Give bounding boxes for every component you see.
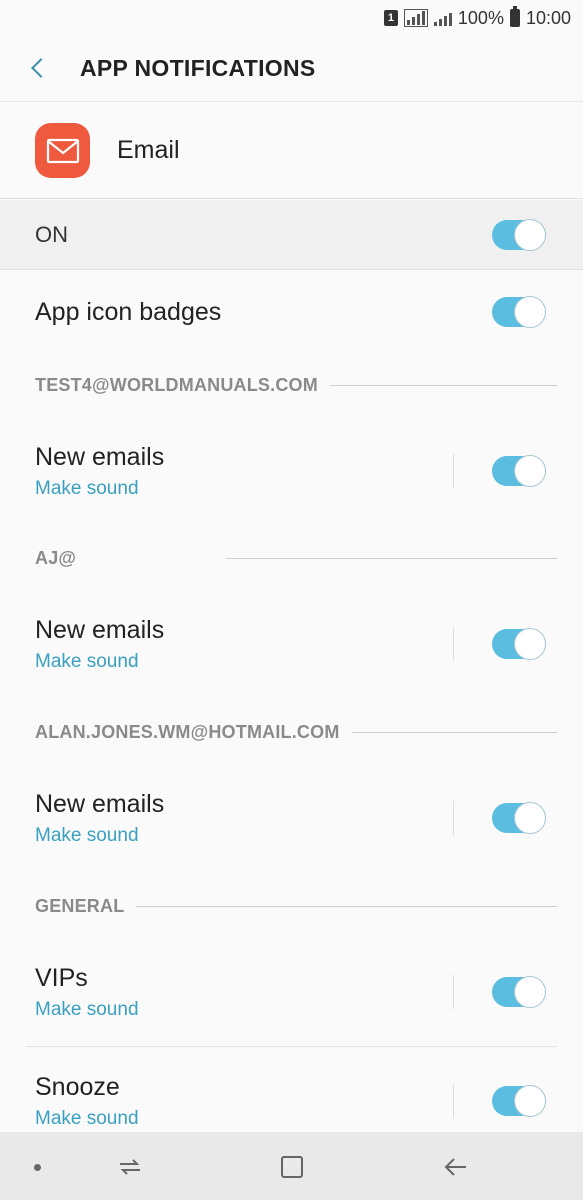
section-label: GENERAL xyxy=(35,895,125,916)
section-divider xyxy=(136,905,557,907)
signal-strength-icon-2 xyxy=(433,10,452,26)
vertical-divider xyxy=(453,975,454,1009)
snooze-toggle[interactable] xyxy=(492,1085,546,1117)
section-divider xyxy=(329,384,557,386)
row-subtitle: Make sound xyxy=(35,650,139,672)
row-subtitle: Make sound xyxy=(35,824,139,846)
row-title: VIPs xyxy=(35,963,88,992)
list-divider xyxy=(26,1046,557,1047)
vertical-divider xyxy=(453,627,454,661)
signal-strength-icon xyxy=(403,9,428,27)
vertical-divider xyxy=(453,454,454,488)
home-button-icon[interactable] xyxy=(281,1156,303,1178)
page-title: APP NOTIFICATIONS xyxy=(80,55,316,81)
section-label: ALAN.JONES.WM@HOTMAIL.COM xyxy=(35,721,340,742)
section-label: TEST4@WORLDMANUALS.COM xyxy=(35,374,318,395)
vertical-divider xyxy=(453,1084,454,1118)
vertical-divider xyxy=(453,801,454,835)
new-emails-row-account-1[interactable]: New emails Make sound xyxy=(0,430,583,512)
app-icon-badges-row[interactable]: App icon badges xyxy=(0,276,583,348)
row-subtitle: Make sound xyxy=(35,477,139,499)
row-title: New emails xyxy=(35,615,165,644)
snooze-row[interactable]: Snooze Make sound xyxy=(0,1060,583,1142)
nav-hide-dot-icon[interactable] xyxy=(34,1164,41,1171)
app-bar: APP NOTIFICATIONS xyxy=(0,36,583,102)
clock: 10:00 xyxy=(525,7,571,28)
section-divider xyxy=(351,731,557,733)
section-header-account-1: TEST4@WORLDMANUALS.COM xyxy=(0,365,583,405)
recent-apps-icon[interactable] xyxy=(117,1156,143,1178)
master-switch-row[interactable]: ON xyxy=(0,200,583,270)
row-subtitle: Make sound xyxy=(35,1107,139,1129)
new-emails-row-account-2[interactable]: New emails Make sound xyxy=(0,603,583,685)
battery-percent: 100% xyxy=(457,7,504,28)
row-subtitle: Make sound xyxy=(35,998,139,1020)
battery-icon xyxy=(509,6,520,27)
row-title: New emails xyxy=(35,442,165,471)
row-title: Snooze xyxy=(35,1072,120,1101)
back-button-icon[interactable] xyxy=(442,1156,468,1178)
section-header-account-2: AJ@ xyxy=(0,538,583,578)
section-divider xyxy=(226,557,557,559)
new-emails-toggle-account-2[interactable] xyxy=(492,628,546,660)
app-name: Email xyxy=(117,136,180,164)
navigation-bar xyxy=(0,1132,583,1200)
master-toggle[interactable] xyxy=(492,218,546,251)
section-header-general: GENERAL xyxy=(0,886,583,926)
app-info-row: Email xyxy=(0,103,583,199)
new-emails-toggle-account-3[interactable] xyxy=(492,802,546,834)
back-arrow-icon[interactable] xyxy=(28,57,52,81)
vips-row[interactable]: VIPs Make sound xyxy=(0,951,583,1033)
new-emails-row-account-3[interactable]: New emails Make sound xyxy=(0,777,583,859)
app-icon-badges-label: App icon badges xyxy=(35,297,222,326)
vips-toggle[interactable] xyxy=(492,976,546,1008)
status-bar: 1 100% 10:00 xyxy=(0,0,583,36)
section-header-account-3: ALAN.JONES.WM@HOTMAIL.COM xyxy=(0,712,583,752)
app-icon-badges-toggle[interactable] xyxy=(492,296,546,328)
master-switch-label: ON xyxy=(35,221,68,247)
row-title: New emails xyxy=(35,789,165,818)
email-envelope-icon xyxy=(35,123,90,178)
sim-card-icon: 1 xyxy=(383,10,398,26)
section-label: AJ@ xyxy=(35,547,77,568)
new-emails-toggle-account-1[interactable] xyxy=(492,455,546,487)
